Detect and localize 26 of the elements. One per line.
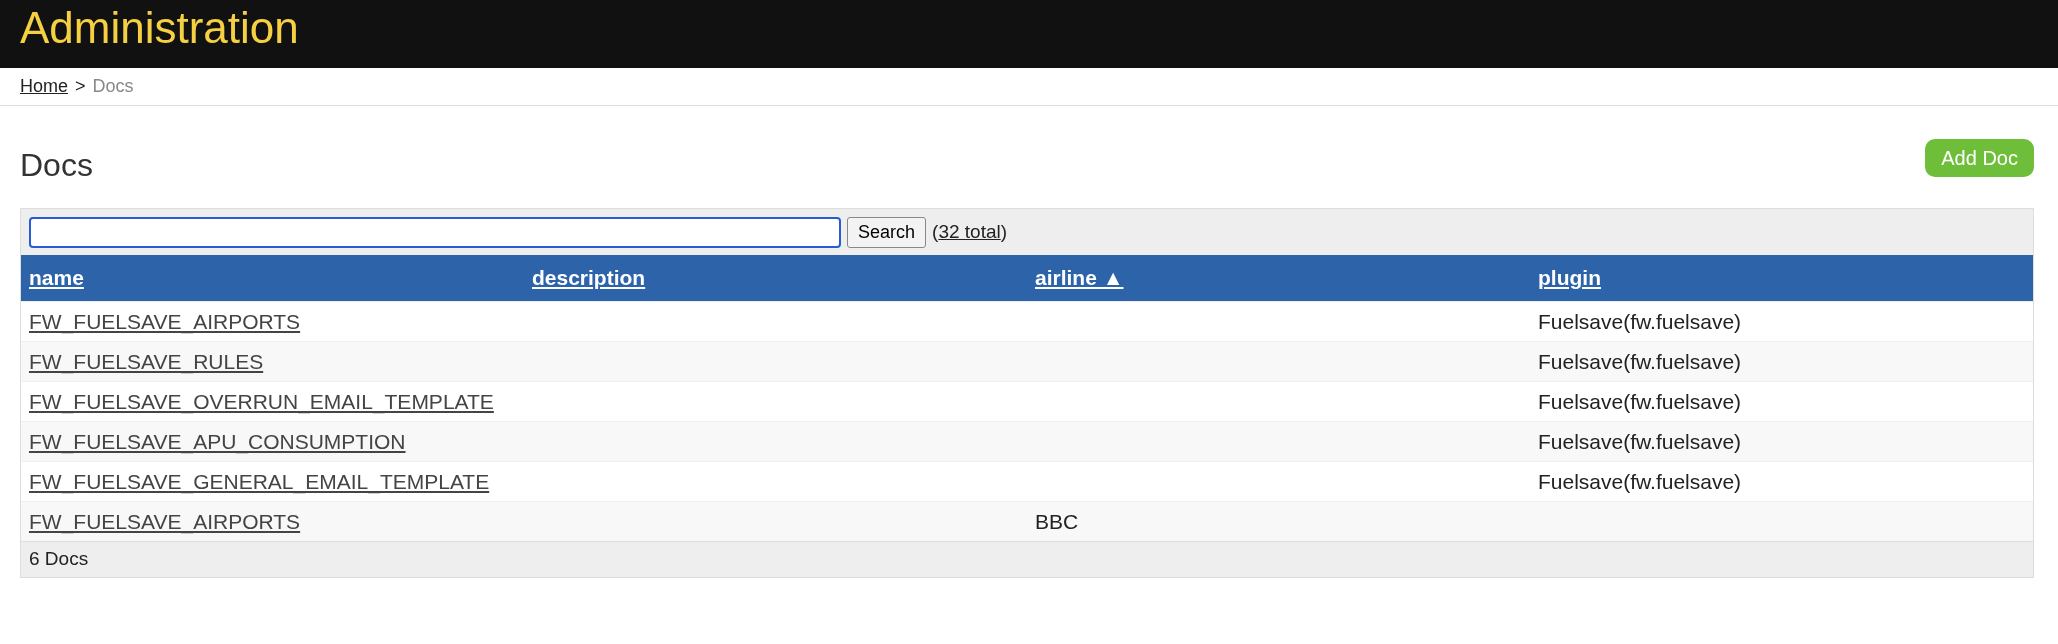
search-field[interactable]	[29, 216, 841, 248]
doc-name-link[interactable]: FW_FUELSAVE_AIRPORTS	[29, 505, 301, 538]
app-title: Administration	[20, 2, 300, 54]
row-count: 6 Docs	[21, 541, 2033, 577]
total-link[interactable]: 32 total	[938, 220, 1001, 242]
doc-name-link[interactable]: FW_FUELSAVE_GENERAL_EMAIL_TEMPLATE	[29, 465, 490, 498]
search-button[interactable]: Search	[847, 216, 927, 248]
column-sort-link[interactable]: name	[29, 266, 84, 290]
table-cell-text: BBC	[1035, 508, 1079, 535]
doc-name-link[interactable]: FW_FUELSAVE_APU_CONSUMPTION	[29, 425, 406, 458]
table-cell-text: Fuelsave(fw.fuelsave)	[1538, 308, 1742, 335]
breadcrumb-separator: >	[75, 75, 86, 98]
total-count: (32 total)	[932, 219, 1008, 244]
doc-name-link[interactable]: FW_FUELSAVE_OVERRUN_EMAIL_TEMPLATE	[29, 385, 494, 418]
table-cell-text: Fuelsave(fw.fuelsave)	[1538, 348, 1742, 375]
table-cell-text: Fuelsave(fw.fuelsave)	[1538, 428, 1742, 455]
page-title: Docs	[20, 146, 93, 185]
table-cell-text: Fuelsave(fw.fuelsave)	[1538, 468, 1742, 495]
breadcrumb-current: Docs	[92, 75, 134, 98]
breadcrumb-link[interactable]: Home	[20, 73, 68, 100]
doc-name-link[interactable]: FW_FUELSAVE_RULES	[29, 345, 264, 378]
column-sort-link[interactable]: plugin	[1538, 266, 1601, 290]
column-sort-link[interactable]: description	[532, 266, 646, 290]
column-sort-link[interactable]: airline ▲	[1035, 266, 1124, 290]
table-cell-text: Fuelsave(fw.fuelsave)	[1538, 388, 1742, 415]
doc-name-link[interactable]: FW_FUELSAVE_AIRPORTS	[29, 305, 301, 338]
